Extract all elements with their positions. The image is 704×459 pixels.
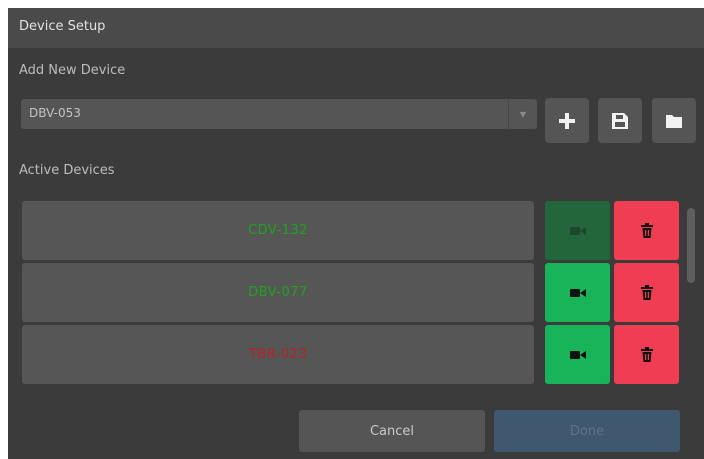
- plus-icon: [559, 112, 575, 129]
- add-new-device-label: Add New Device: [19, 63, 126, 78]
- open-devices-button[interactable]: [652, 98, 696, 143]
- video-camera-icon: [569, 350, 586, 360]
- cancel-button[interactable]: Cancel: [299, 410, 485, 452]
- device-row[interactable]: TBR-023: [22, 325, 534, 384]
- device-row[interactable]: CDV-132: [22, 201, 534, 260]
- trash-icon: [640, 347, 653, 362]
- device-name: DBV-077: [248, 285, 308, 300]
- device-setup-dialog: Device Setup Add New Device DBV-053 ▼ Ac…: [8, 8, 704, 459]
- delete-device-button[interactable]: [614, 263, 679, 322]
- camera-toggle-button[interactable]: [545, 263, 610, 322]
- trash-icon: [640, 285, 653, 300]
- video-camera-icon: [569, 226, 586, 236]
- save-devices-button[interactable]: [598, 98, 642, 143]
- camera-toggle-button[interactable]: [545, 325, 610, 384]
- dialog-title: Device Setup: [19, 19, 106, 34]
- camera-toggle-button[interactable]: [545, 201, 610, 260]
- device-list-scrollbar[interactable]: [687, 208, 695, 283]
- active-devices-label: Active Devices: [19, 163, 115, 178]
- chevron-down-icon[interactable]: ▼: [508, 99, 537, 129]
- device-name: TBR-023: [248, 347, 308, 362]
- add-device-button[interactable]: [545, 98, 589, 143]
- delete-device-button[interactable]: [614, 325, 679, 384]
- video-camera-icon: [569, 288, 586, 298]
- title-bar: Device Setup: [8, 8, 704, 48]
- delete-device-button[interactable]: [614, 201, 679, 260]
- folder-icon: [666, 114, 682, 128]
- done-button[interactable]: Done: [494, 410, 680, 452]
- device-row[interactable]: DBV-077: [22, 263, 534, 322]
- device-name: CDV-132: [248, 223, 308, 238]
- device-select-value: DBV-053: [29, 106, 81, 120]
- floppy-disk-icon: [612, 112, 628, 129]
- trash-icon: [640, 223, 653, 238]
- device-select[interactable]: DBV-053 ▼: [21, 99, 537, 129]
